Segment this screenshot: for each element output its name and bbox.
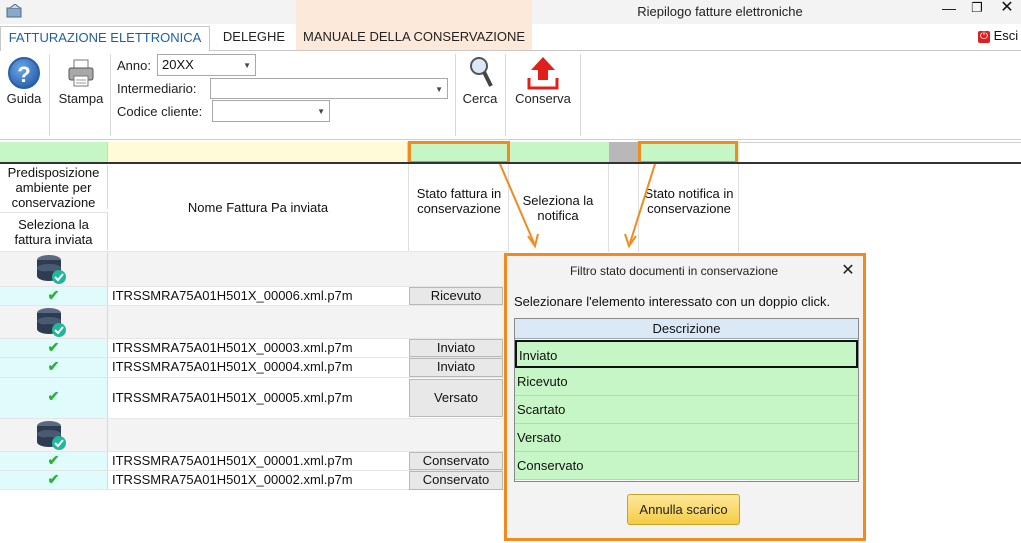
column-line [408,164,409,252]
power-icon: ⏻ [978,30,990,43]
invoice-state-button[interactable]: Inviato [409,339,503,357]
highlight-box [408,141,510,164]
database-check-icon [35,253,67,285]
chevron-down-icon: ▼ [435,85,443,94]
invoice-name: ITRSSMRA75A01H501X_00004.xml.p7m [112,359,353,374]
check-icon: ✔ [47,388,60,404]
invoice-name: ITRSSMRA75A01H501X_00006.xml.p7m [112,288,353,303]
column-line [738,164,739,252]
invoice-state-button[interactable]: Conservato [409,471,503,490]
filter-cell-empty [739,142,1021,162]
option-versato[interactable]: Versato [515,424,858,452]
col-seleziona-notifica-header: Seleziona la notifica [522,193,594,223]
column-line [508,164,509,252]
help-icon[interactable]: ? [8,57,40,89]
anno-value: 20XX [162,57,194,72]
minimize-button[interactable]: — [938,0,960,20]
table-row[interactable]: ✔ ITRSSMRA75A01H501X_00006.xml.p7m Ricev… [0,286,508,305]
ribbon-separator [580,54,581,136]
annulla-scarico-button[interactable]: Annulla scarico [627,494,740,525]
col-stato-notifica-header: Stato notifica in conservazione [644,186,734,216]
filter-cell[interactable] [0,142,108,162]
ribbon-separator [110,54,111,136]
invoice-state-button[interactable]: Versato [409,379,503,417]
column-line [638,164,639,252]
search-icon[interactable] [469,56,493,88]
option-ricevuto[interactable]: Ricevuto [515,368,858,396]
highlight-box [638,141,738,164]
invoice-name: ITRSSMRA75A01H501X_00003.xml.p7m [112,340,353,355]
chevron-down-icon: ▼ [317,107,325,116]
col-nome-fattura-header: Nome Fattura Pa inviata [187,200,329,215]
select-checkbox[interactable]: ✔ [0,358,108,377]
filter-cell[interactable] [609,142,638,162]
tab-fatturazione-elettronica[interactable]: FATTURAZIONE ELETTRONICA [0,26,210,51]
option-inviato[interactable]: Inviato [515,340,858,368]
select-checkbox[interactable]: ✔ [0,339,108,357]
select-checkbox[interactable]: ✔ [0,452,108,470]
select-checkbox[interactable]: ✔ [0,287,108,305]
invoice-state-button[interactable]: Ricevuto [409,287,503,305]
invoice-state-button[interactable]: Inviato [409,358,503,377]
close-window-button[interactable]: ✕ [996,0,1018,20]
header-divider [0,162,1021,164]
filter-cell[interactable] [509,142,609,162]
col-seleziona-fattura-header: Seleziona la fattura inviata [0,212,108,250]
conserva-button[interactable]: Conserva [510,91,576,106]
printer-icon[interactable] [66,58,96,88]
invoice-name: ITRSSMRA75A01H501X_00005.xml.p7m [112,390,353,405]
upload-icon[interactable] [527,56,559,90]
database-check-icon [35,306,67,338]
intermediario-label: Intermediario: [117,81,197,96]
stampa-button[interactable]: Stampa [54,91,108,106]
group-row [0,305,508,338]
tab-manuale-conservazione[interactable]: MANUALE DELLA CONSERVAZIONE [296,26,532,50]
table-row[interactable]: ✔ ITRSSMRA75A01H501X_00003.xml.p7m Invia… [0,338,508,357]
table-row[interactable]: ✔ ITRSSMRA75A01H501X_00005.xml.p7m Versa… [0,377,508,418]
tab-deleghe[interactable]: DELEGHE [212,26,296,50]
app-icon [6,3,24,18]
exit-label: Esci [993,28,1019,43]
dialog-close-button[interactable]: ✕ [838,260,858,280]
filter-cell[interactable] [108,142,408,162]
select-checkbox[interactable]: ✔ [0,471,108,489]
check-icon: ✔ [47,471,60,487]
check-icon: ✔ [47,452,60,468]
codice-cliente-select[interactable]: ▼ [212,100,330,122]
invoice-name: ITRSSMRA75A01H501X_00002.xml.p7m [112,472,353,487]
table-row[interactable]: ✔ ITRSSMRA75A01H501X_00002.xml.p7m Conse… [0,470,508,490]
col-stato-fattura-header: Stato fattura in conservazione [416,186,502,216]
dialog-instruction: Selezionare l'elemento interessato con u… [514,294,831,309]
table-row[interactable]: ✔ ITRSSMRA75A01H501X_00004.xml.p7m Invia… [0,357,508,377]
ribbon-separator [49,54,50,136]
check-icon: ✔ [47,287,60,303]
option-scartato[interactable]: Scartato [515,396,858,424]
group-row [0,251,508,286]
column-line [608,164,609,252]
option-conservato[interactable]: Conservato [515,452,858,480]
anno-label: Anno: [117,58,151,73]
table-row[interactable]: ✔ ITRSSMRA75A01H501X_00001.xml.p7m Conse… [0,451,508,470]
intermediario-select[interactable]: ▼ [210,78,448,99]
col-predisposizione-header: Predisposizione ambiente per conservazio… [0,165,108,210]
ribbon-separator [505,54,506,136]
guida-button[interactable]: Guida [4,91,44,106]
check-icon: ✔ [47,358,60,374]
anno-select[interactable]: 20XX ▼ [157,54,256,76]
window-title: Riepilogo fatture elettroniche [637,4,803,19]
invoice-state-button[interactable]: Conservato [409,452,503,470]
maximize-button[interactable]: ❐ [966,0,988,20]
group-row [0,418,508,451]
chevron-down-icon: ▼ [243,61,251,70]
options-header: Descrizione [515,319,858,339]
dialog-title: Filtro stato documenti in conservazione [569,264,779,278]
select-checkbox[interactable]: ✔ [0,378,108,418]
database-check-icon [35,419,67,451]
invoice-name: ITRSSMRA75A01H501X_00001.xml.p7m [112,453,353,468]
codice-cliente-label: Codice cliente: [117,104,203,119]
cerca-button[interactable]: Cerca [456,91,504,106]
check-icon: ✔ [47,339,60,355]
exit-button[interactable]: ⏻ Esci [978,28,1018,46]
